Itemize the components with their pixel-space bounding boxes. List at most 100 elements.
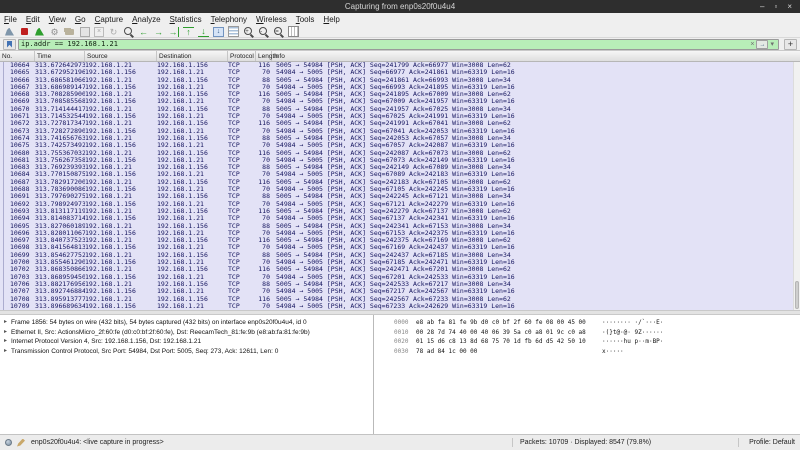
packet-row[interactable]: 10667313.686989147192.168.1.156192.168.1… — [0, 84, 800, 91]
cell-len: 70 — [256, 171, 272, 178]
first-packet-icon[interactable]: ↑ — [183, 27, 194, 37]
packet-row[interactable]: 10669313.708585568192.168.1.156192.168.1… — [0, 98, 800, 105]
packet-row[interactable]: 10680313.755367032192.168.1.21192.168.1.… — [0, 150, 800, 157]
packet-row[interactable]: 10683313.769239393192.168.1.21192.168.1.… — [0, 164, 800, 171]
filter-clear-icon[interactable]: × — [748, 40, 756, 49]
packet-list-scrollbar[interactable] — [793, 62, 800, 310]
column-header-source[interactable]: Source — [85, 51, 157, 61]
column-header-time[interactable]: Time — [35, 51, 85, 61]
packet-row[interactable]: 10684313.770150875192.168.1.156192.168.1… — [0, 171, 800, 178]
menu-view[interactable]: View — [49, 15, 66, 24]
packet-row[interactable]: 10695313.827060189192.168.1.21192.168.1.… — [0, 223, 800, 230]
packet-row[interactable]: 10706313.882176956192.168.1.21192.168.1.… — [0, 281, 800, 288]
expander-icon[interactable]: ▸ — [4, 328, 11, 338]
packet-row[interactable]: 10687313.782917200192.168.1.21192.168.1.… — [0, 179, 800, 186]
menu-go[interactable]: Go — [75, 15, 86, 24]
resize-columns-icon[interactable] — [288, 27, 299, 37]
hex-row[interactable]: 003078 ad 84 1c 00 00x····· — [394, 347, 800, 357]
expander-icon[interactable]: ▸ — [4, 347, 11, 357]
menu-analyze[interactable]: Analyze — [132, 15, 160, 24]
menu-tools[interactable]: Tools — [296, 15, 315, 24]
stop-capture-icon[interactable] — [19, 27, 30, 37]
packet-row[interactable]: 10674313.741656763192.168.1.21192.168.1.… — [0, 135, 800, 142]
close-file-icon[interactable]: × — [94, 27, 104, 37]
packet-row[interactable]: 10665313.672952196192.168.1.156192.168.1… — [0, 69, 800, 76]
hex-row[interactable]: 002001 15 d6 c8 13 8d 68 75 70 1d fb 6d … — [394, 337, 800, 347]
find-icon[interactable] — [123, 27, 134, 37]
packet-row[interactable]: 10698313.841564813192.168.1.156192.168.1… — [0, 244, 800, 251]
capture-options-icon[interactable]: ⚙ — [49, 27, 60, 37]
next-packet-icon[interactable]: → — [153, 27, 164, 37]
filter-apply-icon[interactable]: → — [756, 40, 768, 49]
profile-text[interactable]: Profile: Default — [749, 439, 795, 446]
zoom-reset-icon[interactable]: = — [273, 27, 284, 37]
cell-src: 192.168.1.156 — [85, 84, 157, 91]
packet-row[interactable]: 10670313.714144417192.168.1.21192.168.1.… — [0, 106, 800, 113]
hex-row[interactable]: 001000 28 7d 74 40 00 40 06 39 5a c0 a8 … — [394, 328, 800, 338]
packet-row[interactable]: 10697313.840737523192.168.1.21192.168.1.… — [0, 237, 800, 244]
scrollbar-thumb[interactable] — [795, 281, 799, 309]
zoom-in-icon[interactable]: + — [243, 27, 254, 37]
autoscroll-icon[interactable] — [213, 27, 224, 37]
packet-row[interactable]: 10708313.895913777192.168.1.21192.168.1.… — [0, 296, 800, 303]
packet-row[interactable]: 10707313.892746884192.168.1.156192.168.1… — [0, 288, 800, 295]
packet-row[interactable]: 10666313.686581066192.168.1.21192.168.1.… — [0, 77, 800, 84]
last-packet-icon[interactable]: ↓ — [198, 27, 209, 37]
column-header-length[interactable]: Length — [256, 51, 272, 61]
column-header-info[interactable]: Info — [272, 51, 800, 61]
save-file-icon[interactable] — [79, 27, 90, 37]
packet-row[interactable]: 10673313.728272890192.168.1.156192.168.1… — [0, 128, 800, 135]
column-header-protocol[interactable]: Protocol — [228, 51, 256, 61]
packet-row[interactable]: 10702313.868350866192.168.1.21192.168.1.… — [0, 266, 800, 273]
column-header-destination[interactable]: Destination — [157, 51, 228, 61]
filter-dropdown-icon[interactable]: ▾ — [768, 40, 776, 49]
packet-row[interactable]: 10692313.798924973192.168.1.156192.168.1… — [0, 201, 800, 208]
packet-row[interactable]: 10694313.814083714192.168.1.156192.168.1… — [0, 215, 800, 222]
packet-row[interactable]: 10709313.896689634192.168.1.156192.168.1… — [0, 303, 800, 310]
detail-line[interactable]: ▸Frame 1856: 54 bytes on wire (432 bits)… — [4, 318, 373, 328]
capture-comment-icon[interactable] — [17, 439, 25, 447]
packet-row[interactable]: 10664313.672642973192.168.1.21192.168.1.… — [0, 62, 800, 69]
filter-add-button[interactable]: + — [784, 39, 797, 50]
packet-row[interactable]: 10672313.727817347192.168.1.21192.168.1.… — [0, 120, 800, 127]
menu-help[interactable]: Help — [323, 15, 339, 24]
expert-info-icon[interactable] — [5, 439, 12, 446]
packet-row[interactable]: 10703313.868959450192.168.1.156192.168.1… — [0, 274, 800, 281]
minimize-button[interactable]: – — [760, 2, 764, 11]
packet-row[interactable]: 10671313.714532544192.168.1.156192.168.1… — [0, 113, 800, 120]
detail-line[interactable]: ▸Transmission Control Protocol, Src Port… — [4, 347, 373, 357]
hex-row[interactable]: 0000e8 ab fa 81 fe 9b d0 c0 bf 2f 60 fe … — [394, 318, 800, 328]
packet-row[interactable]: 10681313.756267358192.168.1.156192.168.1… — [0, 157, 800, 164]
menu-telephony[interactable]: Telephony — [211, 15, 247, 24]
menu-wireless[interactable]: Wireless — [256, 15, 287, 24]
detail-line[interactable]: ▸Ethernet II, Src: ActionsMicro_2f:60:fe… — [4, 328, 373, 338]
packet-row[interactable]: 10700313.855461290192.168.1.156192.168.1… — [0, 259, 800, 266]
menu-capture[interactable]: Capture — [95, 15, 123, 24]
packet-row[interactable]: 10688313.783690086192.168.1.156192.168.1… — [0, 186, 800, 193]
menu-statistics[interactable]: Statistics — [170, 15, 202, 24]
column-header-no[interactable]: No. — [0, 51, 35, 61]
zoom-out-icon[interactable]: - — [258, 27, 269, 37]
detail-line[interactable]: ▸Internet Protocol Version 4, Src: 192.1… — [4, 337, 373, 347]
display-filter-input[interactable] — [21, 40, 748, 49]
menu-file[interactable]: File — [4, 15, 17, 24]
restart-capture-icon[interactable] — [34, 27, 45, 37]
expander-icon[interactable]: ▸ — [4, 337, 11, 347]
maximize-button[interactable]: ▫ — [774, 2, 777, 11]
reload-icon[interactable]: ↻ — [108, 27, 119, 37]
close-button[interactable]: × — [787, 2, 792, 11]
goto-packet-icon[interactable]: → — [168, 27, 179, 37]
packet-row[interactable]: 10691313.797690275192.168.1.21192.168.1.… — [0, 193, 800, 200]
filter-bookmark-icon[interactable] — [3, 39, 16, 50]
start-capture-icon[interactable] — [4, 27, 15, 37]
colorize-icon[interactable] — [228, 27, 239, 37]
packet-row[interactable]: 10675313.742573492192.168.1.156192.168.1… — [0, 142, 800, 149]
packet-row[interactable]: 10696313.828011067192.168.1.156192.168.1… — [0, 230, 800, 237]
packet-row[interactable]: 10668313.708285900192.168.1.21192.168.1.… — [0, 91, 800, 98]
menu-edit[interactable]: Edit — [26, 15, 40, 24]
open-file-icon[interactable] — [64, 27, 75, 37]
packet-row[interactable]: 10699313.854627752192.168.1.21192.168.1.… — [0, 252, 800, 259]
prev-packet-icon[interactable]: ← — [138, 27, 149, 37]
expander-icon[interactable]: ▸ — [4, 318, 11, 328]
packet-row[interactable]: 10693313.813117119192.168.1.21192.168.1.… — [0, 208, 800, 215]
